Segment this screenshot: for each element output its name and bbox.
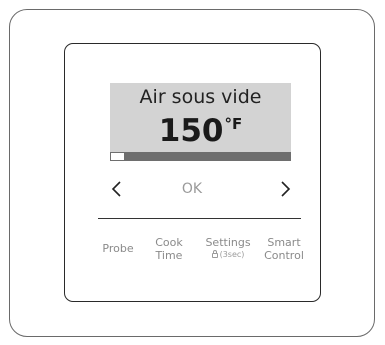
ok-button[interactable]: OK xyxy=(172,178,212,200)
lock-icon xyxy=(211,250,218,258)
temperature-value: 150 xyxy=(158,113,224,149)
settings-hint-text: (3sec) xyxy=(219,250,245,259)
cooking-mode-label: Air sous vide xyxy=(139,86,262,108)
cook-time-label-line2: Time xyxy=(155,249,183,262)
probe-button[interactable]: Probe xyxy=(98,242,138,255)
chevron-right-glyph xyxy=(281,181,291,197)
temperature-readout: 150°F xyxy=(110,113,291,149)
cook-time-button[interactable]: Cook Time xyxy=(153,236,185,262)
progress-bar-fill xyxy=(111,153,124,160)
settings-label: Settings xyxy=(205,236,251,249)
smart-control-label-line2: Control xyxy=(264,249,304,262)
display-screen: Air sous vide 150°F xyxy=(110,83,291,161)
chevron-left-icon[interactable] xyxy=(106,178,128,200)
temperature-unit: °F xyxy=(224,115,243,133)
chevron-right-icon[interactable] xyxy=(274,178,296,200)
settings-lock-hint: (3sec) xyxy=(203,249,253,260)
divider xyxy=(98,218,301,219)
chevron-left-glyph xyxy=(111,181,121,197)
control-panel xyxy=(64,43,321,302)
cook-time-label-line1: Cook xyxy=(155,236,183,249)
settings-button[interactable]: Settings (3sec) xyxy=(203,236,253,260)
probe-label: Probe xyxy=(102,242,134,255)
smart-control-label-line1: Smart xyxy=(267,236,301,249)
progress-bar xyxy=(110,152,291,161)
smart-control-button[interactable]: Smart Control xyxy=(262,236,306,262)
